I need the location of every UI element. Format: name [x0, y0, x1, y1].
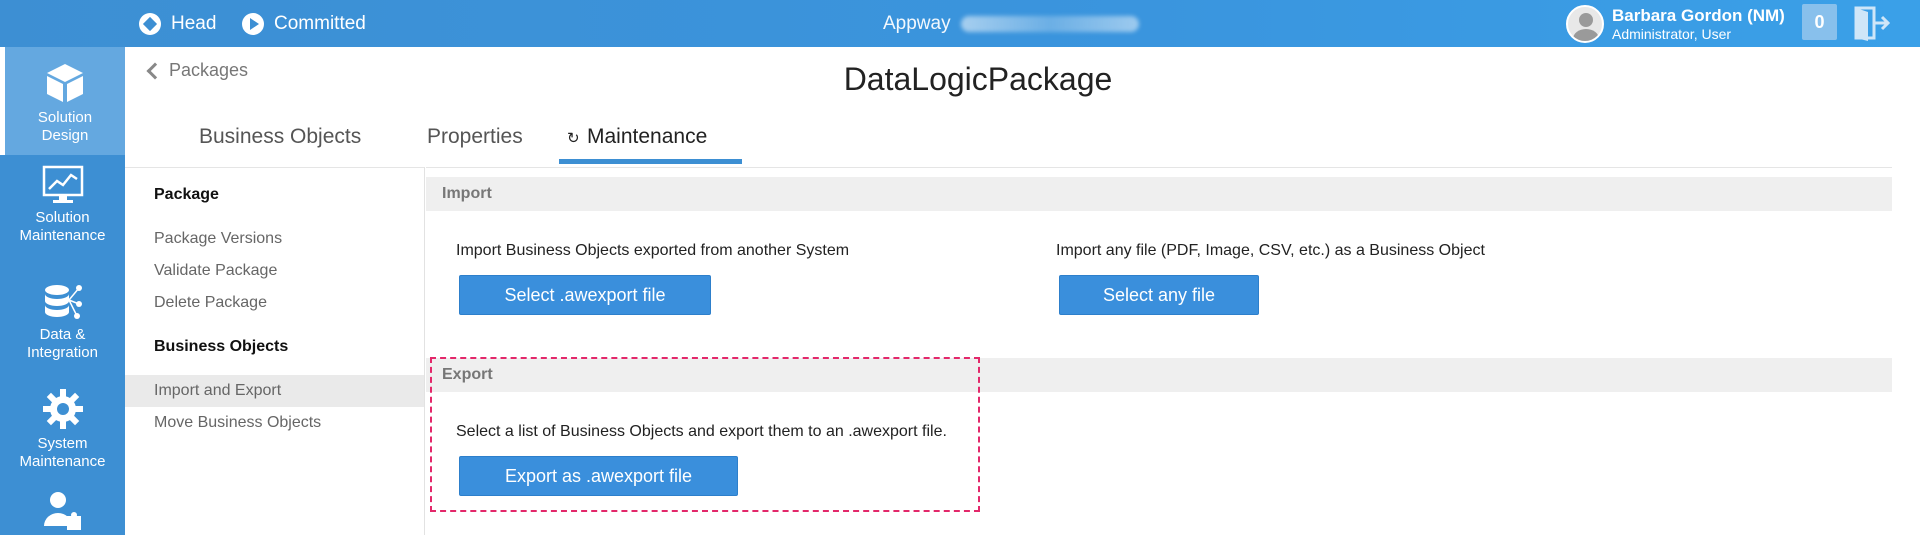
- nav-label-1: Solution: [37, 109, 93, 126]
- tab-label: Maintenance: [587, 125, 708, 148]
- head-branch-button[interactable]: Head: [139, 0, 216, 47]
- import-awexport-description: Import Business Objects exported from an…: [456, 242, 850, 259]
- app-title: Appway: [883, 0, 1139, 47]
- select-any-file-button[interactable]: Select any file: [1059, 275, 1259, 315]
- head-label: Head: [171, 12, 217, 34]
- cube-icon: [47, 64, 83, 102]
- sidebar-item-delete-package[interactable]: Delete Package: [125, 287, 424, 319]
- monitor-chart-icon: [42, 165, 83, 203]
- page-title: DataLogicPackage: [843, 61, 1113, 97]
- sidebar-item-move-business-objects[interactable]: Move Business Objects: [125, 407, 424, 439]
- tab-label: Business Objects: [199, 125, 362, 148]
- export-awexport-button[interactable]: Export as .awexport file: [459, 456, 738, 496]
- import-section-header: Import: [426, 177, 1892, 211]
- nav-system-maintenance[interactable]: System Maintenance: [0, 387, 125, 487]
- nav-label-1: Data &: [39, 326, 86, 343]
- user-menu[interactable]: Barbara Gordon (NM) Administrator, User: [1566, 0, 1785, 47]
- maintenance-sidebar: Package Package Versions Validate Packag…: [125, 167, 425, 535]
- logout-icon[interactable]: [1852, 5, 1891, 41]
- user-name: Barbara Gordon (NM): [1612, 5, 1785, 25]
- nav-user-puzzle[interactable]: [0, 490, 125, 535]
- nav-data-integration[interactable]: Data & Integration: [0, 282, 125, 382]
- left-navigation: Solution Design Solution Maintenance Dat…: [0, 47, 125, 535]
- tab-label: Properties: [427, 125, 523, 148]
- user-role: Administrator, User: [1612, 25, 1732, 42]
- app-name: Appway: [883, 12, 951, 34]
- committed-branch-button[interactable]: Committed: [242, 0, 366, 47]
- export-section-header: Export: [426, 358, 1892, 392]
- import-any-file-description: Import any file (PDF, Image, CSV, etc.) …: [1056, 242, 1485, 259]
- nav-label-2: Maintenance: [19, 453, 106, 470]
- committed-label: Committed: [274, 12, 366, 34]
- user-puzzle-icon: [43, 492, 81, 530]
- tab-properties[interactable]: Properties: [427, 125, 523, 167]
- page-header: Packages DataLogicPackage Business Objec…: [125, 47, 1892, 167]
- active-tab-indicator: [559, 159, 742, 164]
- database-network-icon: [44, 285, 82, 319]
- nav-label-1: System: [37, 435, 88, 452]
- export-description: Select a list of Business Objects and ex…: [456, 423, 947, 440]
- notification-counter[interactable]: 0: [1802, 4, 1837, 40]
- top-bar: Head Committed Appway Barbara Gordon (NM…: [0, 0, 1920, 47]
- nav-solution-maintenance[interactable]: Solution Maintenance: [0, 165, 125, 265]
- sync-icon: ↻: [567, 130, 580, 147]
- nav-label-1: Solution: [35, 209, 90, 226]
- nav-label-2: Design: [41, 127, 89, 144]
- sidebar-item-validate-package[interactable]: Validate Package: [125, 255, 424, 287]
- redacted-version-chip: [960, 15, 1139, 32]
- nav-label-2: Maintenance: [19, 227, 106, 244]
- avatar: [1566, 4, 1604, 43]
- sidebar-item-package-versions[interactable]: Package Versions: [125, 223, 424, 255]
- nav-label-2: Integration: [27, 344, 98, 361]
- nav-solution-design[interactable]: Solution Design: [0, 47, 125, 155]
- tab-business-objects[interactable]: Business Objects: [199, 125, 361, 167]
- committed-icon: [242, 12, 264, 35]
- business-objects-heading: Business Objects: [154, 338, 289, 355]
- gear-icon: [42, 389, 83, 429]
- select-awexport-file-button[interactable]: Select .awexport file: [459, 275, 711, 315]
- sidebar-item-import-export[interactable]: Import and Export: [125, 375, 424, 407]
- main-content: Import Import Business Objects exported …: [426, 167, 1892, 535]
- package-heading: Package: [154, 186, 219, 203]
- head-icon: [139, 12, 161, 35]
